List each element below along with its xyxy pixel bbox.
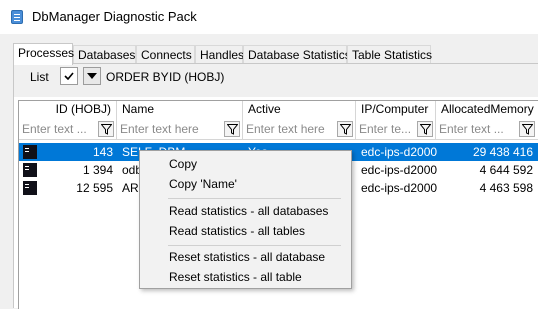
- grid-header: ID (HOBJ) Name Active IP/Computer Alloca…: [19, 101, 538, 119]
- filter-button-memory[interactable]: [519, 121, 535, 137]
- tab-databases[interactable]: Databases: [73, 45, 136, 64]
- filter-button-active[interactable]: [337, 121, 353, 137]
- title-bar: DbManager Diagnostic Pack: [0, 0, 538, 34]
- filter-cell: [117, 119, 243, 140]
- order-dropdown-button[interactable]: [83, 67, 101, 85]
- app-icon: [11, 10, 23, 24]
- filter-cell: [243, 119, 356, 140]
- column-header-name[interactable]: Name: [117, 101, 243, 119]
- menu-separator: [168, 245, 341, 246]
- cell-id: 12 595: [76, 181, 113, 195]
- cell-memory: 4 644 592: [479, 163, 533, 177]
- filter-cell: [436, 119, 538, 140]
- context-menu: Copy Copy 'Name' Read statistics - all d…: [139, 150, 352, 289]
- cell-ip: edc-ips-d2000: [361, 145, 438, 159]
- filter-row: [19, 119, 538, 140]
- order-by-value: ID (HOBJ): [169, 70, 225, 84]
- menu-item-read-statistics-tables[interactable]: Read statistics - all tables: [140, 222, 351, 242]
- filter-input-id[interactable]: [22, 121, 94, 137]
- filter-button-ip[interactable]: [417, 121, 433, 137]
- cell-memory: 4 463 598: [479, 181, 533, 195]
- filter-icon: [101, 124, 112, 135]
- filter-input-name[interactable]: [120, 121, 220, 137]
- column-header-memory[interactable]: AllocatedMemory: [436, 101, 538, 119]
- menu-separator: [168, 198, 341, 199]
- filter-icon: [227, 124, 238, 135]
- filter-icon: [522, 124, 533, 135]
- list-label: List: [30, 70, 49, 84]
- window-title: DbManager Diagnostic Pack: [32, 9, 197, 24]
- chevron-down-icon: [87, 73, 97, 79]
- menu-item-read-statistics-databases[interactable]: Read statistics - all databases: [140, 202, 351, 222]
- filter-input-memory[interactable]: [439, 121, 517, 137]
- list-dropdown-button[interactable]: [60, 67, 78, 85]
- filter-button-id[interactable]: [98, 121, 114, 137]
- filter-input-ip[interactable]: [359, 121, 417, 137]
- menu-item-copy[interactable]: Copy: [140, 155, 351, 175]
- tab-database-statistics[interactable]: Database Statistics: [243, 45, 351, 64]
- menu-item-copy-name[interactable]: Copy 'Name': [140, 175, 351, 195]
- tab-processes[interactable]: Processes: [13, 43, 74, 65]
- cell-id: 143: [92, 145, 113, 159]
- tab-handles[interactable]: Handles: [195, 45, 244, 64]
- filter-cell: [19, 119, 117, 140]
- tab-table-statistics[interactable]: Table Statistics: [347, 45, 432, 64]
- filter-cell: [356, 119, 436, 140]
- toolbar: List ORDER BY ID (HOBJ): [14, 64, 538, 97]
- cell-memory: 29 438 416: [472, 145, 533, 159]
- filter-icon: [340, 124, 351, 135]
- column-header-id[interactable]: ID (HOBJ): [19, 101, 117, 119]
- menu-item-reset-statistics-table[interactable]: Reset statistics - all table: [140, 268, 351, 288]
- filter-button-name[interactable]: [224, 121, 240, 137]
- column-header-ip[interactable]: IP/Computer: [356, 101, 436, 119]
- order-by-label: ORDER BY: [106, 70, 169, 84]
- column-header-active[interactable]: Active: [243, 101, 356, 119]
- filter-input-active[interactable]: [246, 121, 338, 137]
- tab-connects[interactable]: Connects: [136, 45, 195, 64]
- cell-id: 1 394: [82, 163, 113, 177]
- cell-ip: edc-ips-d2000: [361, 163, 438, 177]
- cell-ip: edc-ips-d2000: [361, 181, 438, 195]
- filter-icon: [420, 124, 431, 135]
- menu-item-reset-statistics-database[interactable]: Reset statistics - all database: [140, 248, 351, 268]
- check-icon: [64, 72, 74, 80]
